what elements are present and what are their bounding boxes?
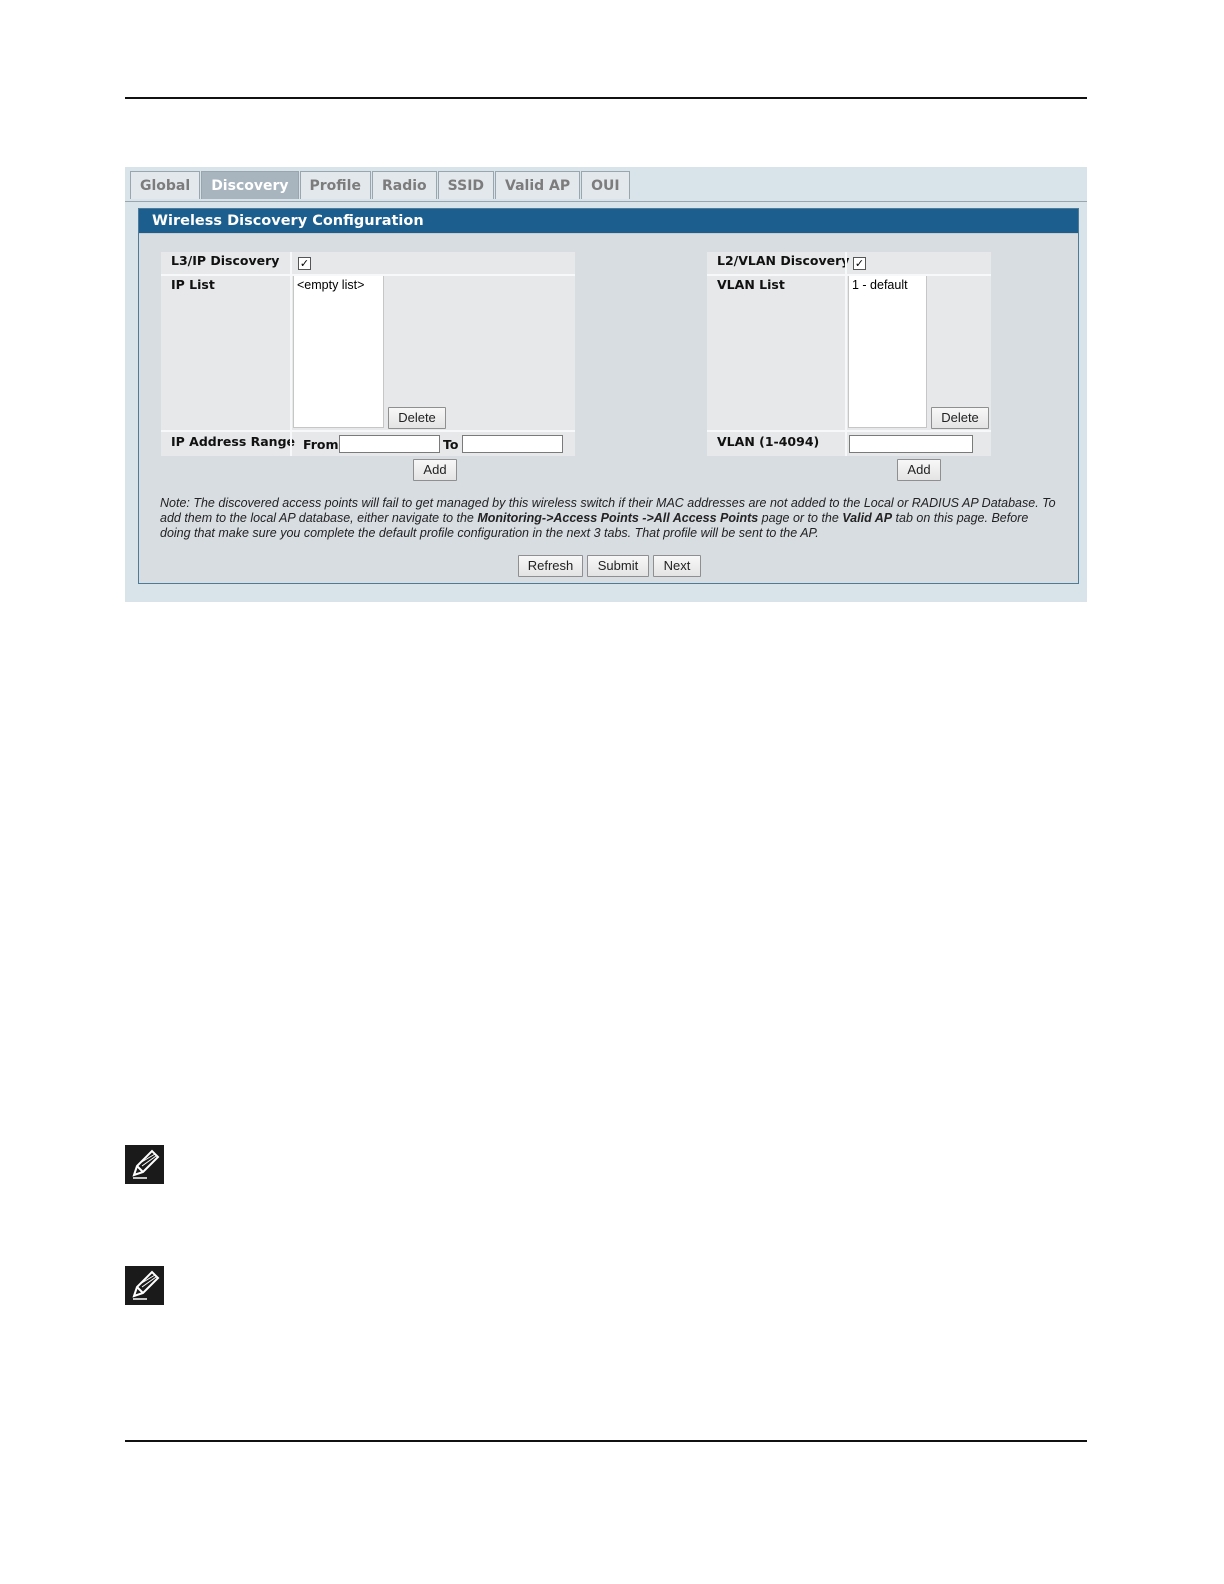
- page-bottom-rule: [125, 1440, 1087, 1442]
- refresh-button[interactable]: Refresh: [518, 555, 583, 577]
- tab-radio[interactable]: Radio: [371, 171, 437, 199]
- vlan-list-label: VLAN List: [717, 277, 785, 292]
- note-text: page or to the: [758, 511, 843, 525]
- check-icon: ✓: [299, 257, 310, 270]
- cell-separator: [845, 252, 847, 456]
- l2-discovery-checkbox[interactable]: ✓: [853, 257, 866, 270]
- l3-discovery-label: L3/IP Discovery: [171, 253, 280, 268]
- tab-global[interactable]: Global: [130, 171, 201, 199]
- ip-add-button[interactable]: Add: [413, 459, 457, 481]
- note-tab-ref: Valid AP: [842, 511, 893, 525]
- l3-discovery-checkbox[interactable]: ✓: [298, 257, 311, 270]
- note-path-link-text: Monitoring->Access Points ->All Access P…: [477, 511, 759, 525]
- vlan-list-item[interactable]: 1 - default: [852, 278, 923, 292]
- tab-divider: [125, 201, 1087, 202]
- ip-range-label: IP Address Range: [171, 434, 295, 449]
- cell-separator: [161, 430, 575, 432]
- submit-button[interactable]: Submit: [587, 555, 649, 577]
- cell-separator: [707, 430, 991, 432]
- discovery-config-panel: Wireless Discovery Configuration L3/IP D…: [138, 208, 1079, 584]
- tab-oui[interactable]: OUI: [581, 171, 630, 199]
- check-icon: ✓: [854, 257, 865, 270]
- tab-ssid[interactable]: SSID: [437, 171, 495, 199]
- next-button[interactable]: Next: [653, 555, 701, 577]
- page-top-rule: [125, 97, 1087, 99]
- tab-profile[interactable]: Profile: [299, 171, 371, 199]
- cell-separator: [161, 274, 575, 276]
- ip-list-label: IP List: [171, 277, 215, 292]
- ip-from-input[interactable]: [339, 435, 440, 453]
- note-pencil-icon: [125, 1145, 164, 1184]
- l2-config-table: L2/VLAN Discovery ✓ VLAN List 1 - defaul…: [707, 252, 991, 456]
- vlan-list-box[interactable]: 1 - default: [848, 275, 927, 428]
- l2-discovery-label: L2/VLAN Discovery: [717, 253, 850, 268]
- vlan-add-button[interactable]: Add: [897, 459, 941, 481]
- ip-list-item[interactable]: <empty list>: [297, 278, 380, 292]
- vlan-input[interactable]: [849, 435, 973, 453]
- tab-bar: Global Discovery Profile Radio SSID Vali…: [130, 171, 631, 201]
- ip-list-box[interactable]: <empty list>: [293, 275, 384, 428]
- cell-separator: [707, 274, 991, 276]
- tab-valid-ap[interactable]: Valid AP: [495, 171, 581, 199]
- cell-separator: [290, 252, 292, 456]
- screenshot-frame: Global Discovery Profile Radio SSID Vali…: [125, 167, 1087, 602]
- ip-to-input[interactable]: [462, 435, 563, 453]
- ip-to-label: To: [443, 437, 459, 452]
- panel-title: Wireless Discovery Configuration: [139, 209, 1078, 234]
- ip-from-label: From: [303, 437, 339, 452]
- l3-config-table: L3/IP Discovery ✓ IP List <empty list> D…: [161, 252, 575, 456]
- vlan-delete-button[interactable]: Delete: [931, 407, 989, 429]
- discovery-note: Note: The discovered access points will …: [160, 496, 1060, 541]
- vlan-range-label: VLAN (1-4094): [717, 434, 820, 449]
- ip-delete-button[interactable]: Delete: [388, 407, 446, 429]
- tab-discovery[interactable]: Discovery: [201, 171, 299, 199]
- note-pencil-icon: [125, 1266, 164, 1305]
